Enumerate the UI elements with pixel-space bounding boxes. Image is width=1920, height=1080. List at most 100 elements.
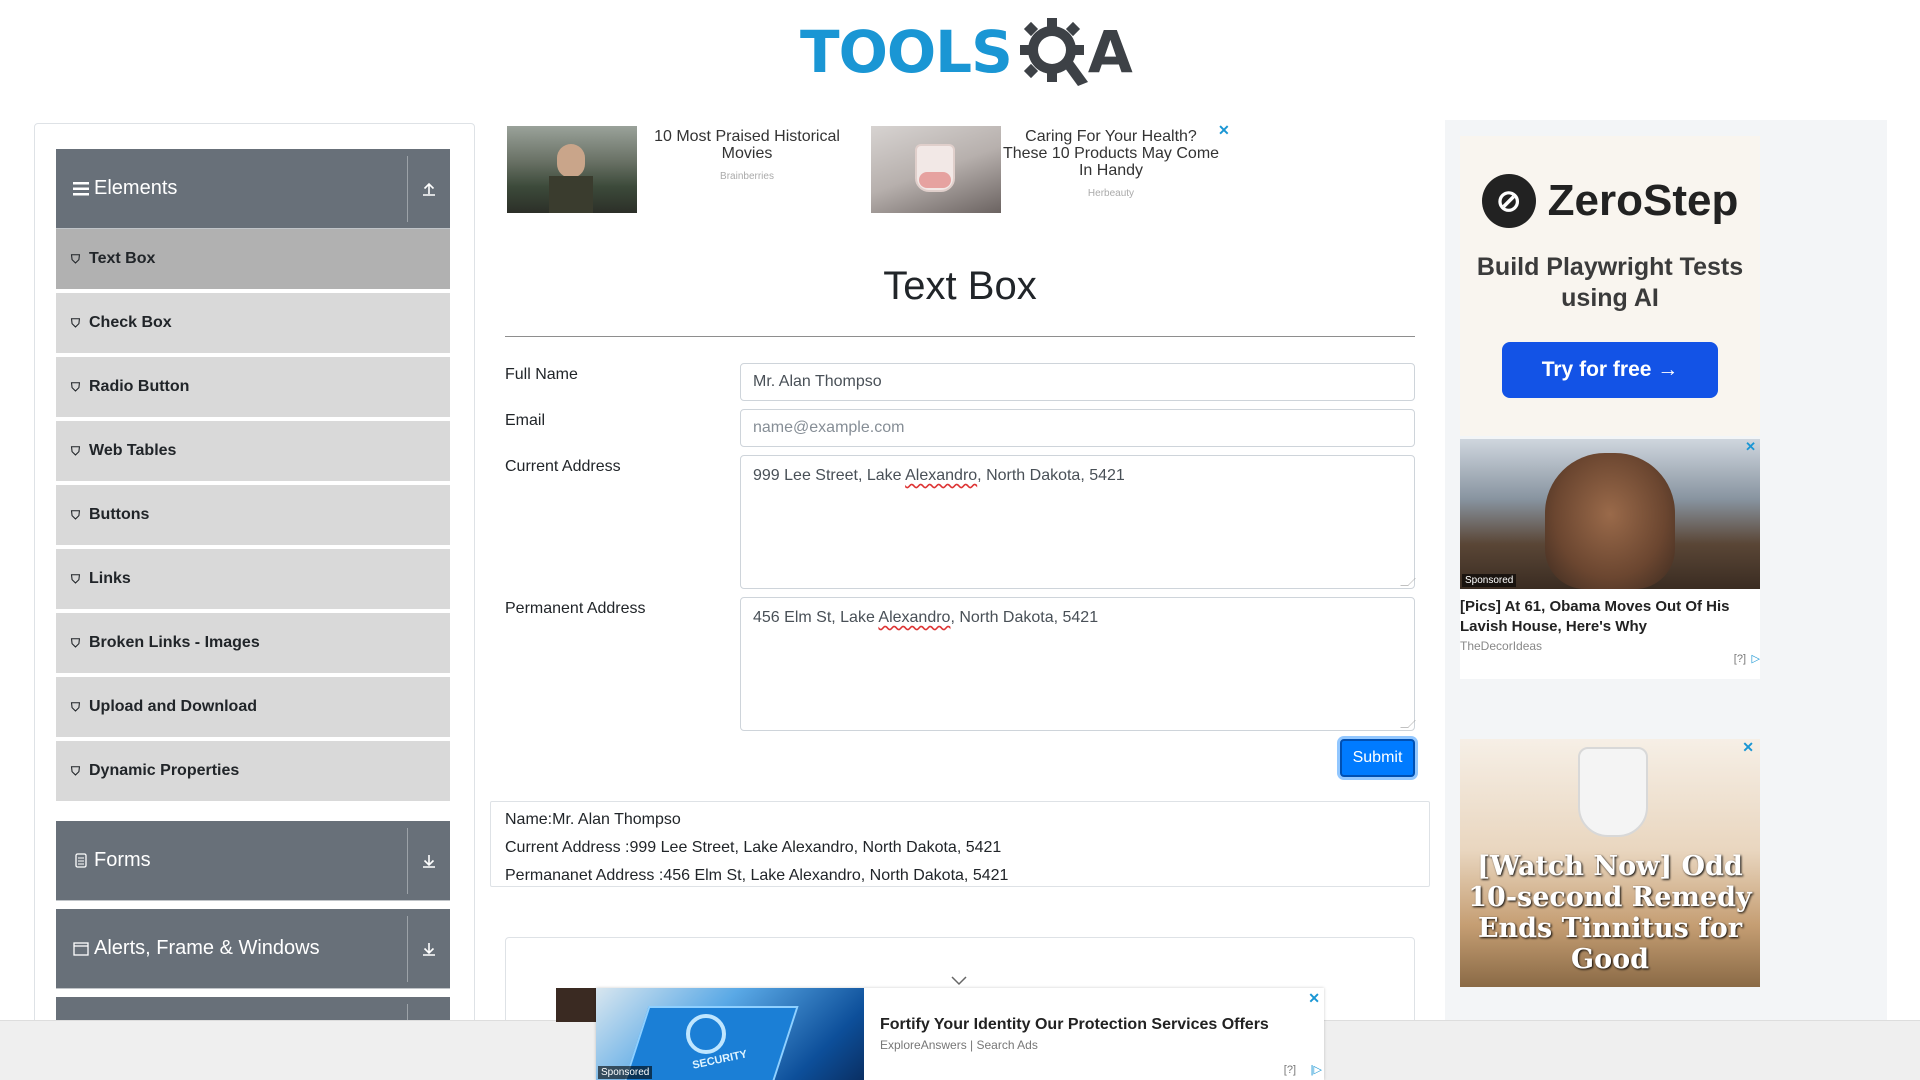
sponsored-label: Sponsored (598, 1066, 653, 1079)
item-icon: ⛉ (71, 571, 81, 586)
sidebar-item-label: Upload and Download (89, 698, 257, 715)
ad-image: SECURITY Sponsored (596, 988, 864, 1080)
current-address-textarea[interactable]: 999 Lee Street, Lake Alexandro, North Da… (740, 455, 1416, 589)
item-icon: ⛉ (71, 699, 81, 714)
close-icon[interactable]: ✕ (1745, 439, 1756, 455)
ad-health-products[interactable]: Caring For Your Health? These 10 Product… (871, 126, 1221, 213)
current-address-text-end: , North Dakota, 5421 (977, 467, 1125, 484)
ad-title: Fortify Your Identity Our Protection Ser… (880, 1016, 1269, 1033)
output-permanent-address: Permananet Address :456 Elm St, Lake Ale… (505, 867, 1009, 884)
zerostep-tagline: Build Playwright Tests using AI (1476, 253, 1744, 312)
site-header: TOOLS A (0, 0, 1920, 100)
permanent-address-textarea[interactable]: 456 Elm St, Lake Alexandro, North Dakota… (740, 597, 1416, 731)
close-icon[interactable]: ✕ (1218, 122, 1230, 139)
expand-arrow-icon[interactable] (408, 853, 450, 869)
gear-icon (1014, 12, 1094, 93)
permanent-address-label: Permanent Address (505, 600, 646, 617)
sidebar-item-broken-links[interactable]: ⛉ Broken Links - Images (56, 613, 450, 675)
group-forms-label: Forms (94, 849, 151, 871)
ad-image: Sponsored ✕ (1460, 439, 1760, 589)
close-icon[interactable]: ✕ (1742, 739, 1754, 756)
hamburger-icon (72, 181, 90, 196)
permanent-address-text: 456 Elm St, Lake (753, 609, 879, 626)
zerostep-logo-icon: ⊘ (1481, 174, 1536, 228)
ad-source: Herbeauty (1087, 188, 1135, 199)
sidebar-item-text-box[interactable]: ⛉ Text Box (56, 229, 450, 291)
submit-button[interactable]: Submit (1340, 739, 1415, 777)
sponsored-label: Sponsored (1462, 574, 1517, 587)
try-for-free-button[interactable]: Try for free → (1502, 342, 1718, 398)
item-icon: ⛉ (71, 507, 81, 522)
ad-source: TheDecorIdeas (1460, 639, 1543, 653)
email-label: Email (505, 412, 546, 429)
lock-icon (686, 1014, 726, 1054)
group-elements[interactable]: Elements (56, 149, 450, 229)
item-icon: ⛉ (71, 443, 81, 458)
close-icon[interactable]: ✕ (1308, 990, 1320, 1007)
adchoice-label[interactable]: [?] (1284, 1064, 1296, 1076)
output-panel: Name:Mr. Alan Thompso Current Address :9… (490, 801, 1430, 887)
group-alerts[interactable]: Alerts, Frame & Windows (56, 909, 450, 989)
collapse-arrow-icon[interactable] (408, 181, 450, 197)
ad-historical-movies[interactable]: 10 Most Praised Historical Movies Brainb… (507, 126, 857, 213)
ad-title: [Pics] At 61, Obama Moves Out Of His Lav… (1460, 598, 1730, 635)
group-forms[interactable]: Forms (56, 821, 450, 901)
ad-title: Caring For Your Health? These 10 Product… (1002, 128, 1220, 179)
sidebar-item-label: Links (89, 570, 131, 587)
email-input[interactable]: name@example.com (740, 409, 1415, 447)
sidebar-item-links[interactable]: ⛉ Links (56, 549, 450, 611)
sidebar-item-check-box[interactable]: ⛉ Check Box (56, 293, 450, 355)
sidebar-item-buttons[interactable]: ⛉ Buttons (56, 485, 450, 547)
current-address-label: Current Address (505, 458, 621, 475)
page-title: Text Box (883, 264, 1037, 308)
full-name-value: Mr. Alan Thompso (753, 373, 882, 390)
ad-obama[interactable]: Sponsored ✕ [Pics] At 61, Obama Moves Ou… (1460, 439, 1760, 679)
item-icon: ⛉ (71, 315, 81, 330)
adchoices-icon[interactable]: ▷ (1752, 652, 1760, 665)
ad-tinnitus-remedy[interactable]: ✕ [Watch Now] Odd 10-second Remedy Ends … (1460, 739, 1760, 987)
ad-identity-protection[interactable]: SECURITY Sponsored Fortify Your Identity… (596, 988, 1324, 1080)
sidebar-item-label: Radio Button (89, 378, 190, 395)
expand-arrow-icon[interactable] (408, 941, 450, 957)
sidebar-item-radio-button[interactable]: ⛉ Radio Button (56, 357, 450, 419)
ad-source: ExploreAnswers | Search Ads (880, 1038, 1038, 1052)
item-icon: ⛉ (71, 251, 81, 266)
document-icon (72, 853, 90, 868)
group-elements-label: Elements (94, 177, 178, 199)
zerostep-brand: ZeroStep (1547, 176, 1739, 225)
item-icon: ⛉ (71, 635, 81, 650)
ad-image (1578, 747, 1648, 837)
sidebar-item-label: Check Box (89, 314, 172, 331)
group-alerts-label: Alerts, Frame & Windows (94, 937, 320, 959)
logo-tools-text: TOOLS (800, 18, 1013, 86)
resize-handle-icon[interactable] (1400, 578, 1416, 586)
sidebar-item-upload-download[interactable]: ⛉ Upload and Download (56, 677, 450, 739)
item-icon: ⛉ (71, 763, 81, 778)
current-address-text: 999 Lee Street, Lake (753, 467, 906, 484)
sidebar-item-label: Broken Links - Images (89, 634, 260, 651)
divider (505, 336, 1415, 337)
permanent-address-text-end: , North Dakota, 5421 (950, 609, 1099, 626)
ad-thumbnail (507, 126, 637, 213)
spellcheck-word: Alexandro (905, 467, 978, 484)
adchoices-icon[interactable]: |▷ (1311, 1063, 1322, 1076)
sidebar-item-label: Web Tables (89, 442, 177, 459)
output-name: Name:Mr. Alan Thompso (505, 811, 681, 828)
resize-handle-icon[interactable] (1400, 720, 1416, 728)
toolsqa-logo[interactable]: TOOLS A (800, 14, 1133, 90)
ad-zerostep[interactable]: ⊘ ZeroStep Build Playwright Tests using … (1460, 136, 1760, 436)
logo-a-text: A (1087, 18, 1133, 86)
ad-title: 10 Most Praised Historical Movies (654, 128, 840, 162)
item-icon: ⛉ (71, 379, 81, 394)
ad-source: Brainberries (720, 171, 774, 182)
full-name-label: Full Name (505, 366, 578, 383)
sidebar-item-dynamic-properties[interactable]: ⛉ Dynamic Properties (56, 741, 450, 803)
sidebar-item-web-tables[interactable]: ⛉ Web Tables (56, 421, 450, 483)
ad-headline: [Watch Now] Odd 10-second Remedy Ends Ti… (1468, 851, 1752, 975)
email-placeholder: name@example.com (753, 419, 905, 436)
adchoice-label[interactable]: [?] (1734, 653, 1746, 665)
spellcheck-word: Alexandro (878, 609, 951, 626)
full-name-input[interactable]: Mr. Alan Thompso (740, 363, 1415, 401)
left-panel: Elements ⛉ Text Box ⛉ Check Box ⛉ Radio … (34, 123, 475, 1063)
ad-thumbnail (871, 126, 1001, 213)
